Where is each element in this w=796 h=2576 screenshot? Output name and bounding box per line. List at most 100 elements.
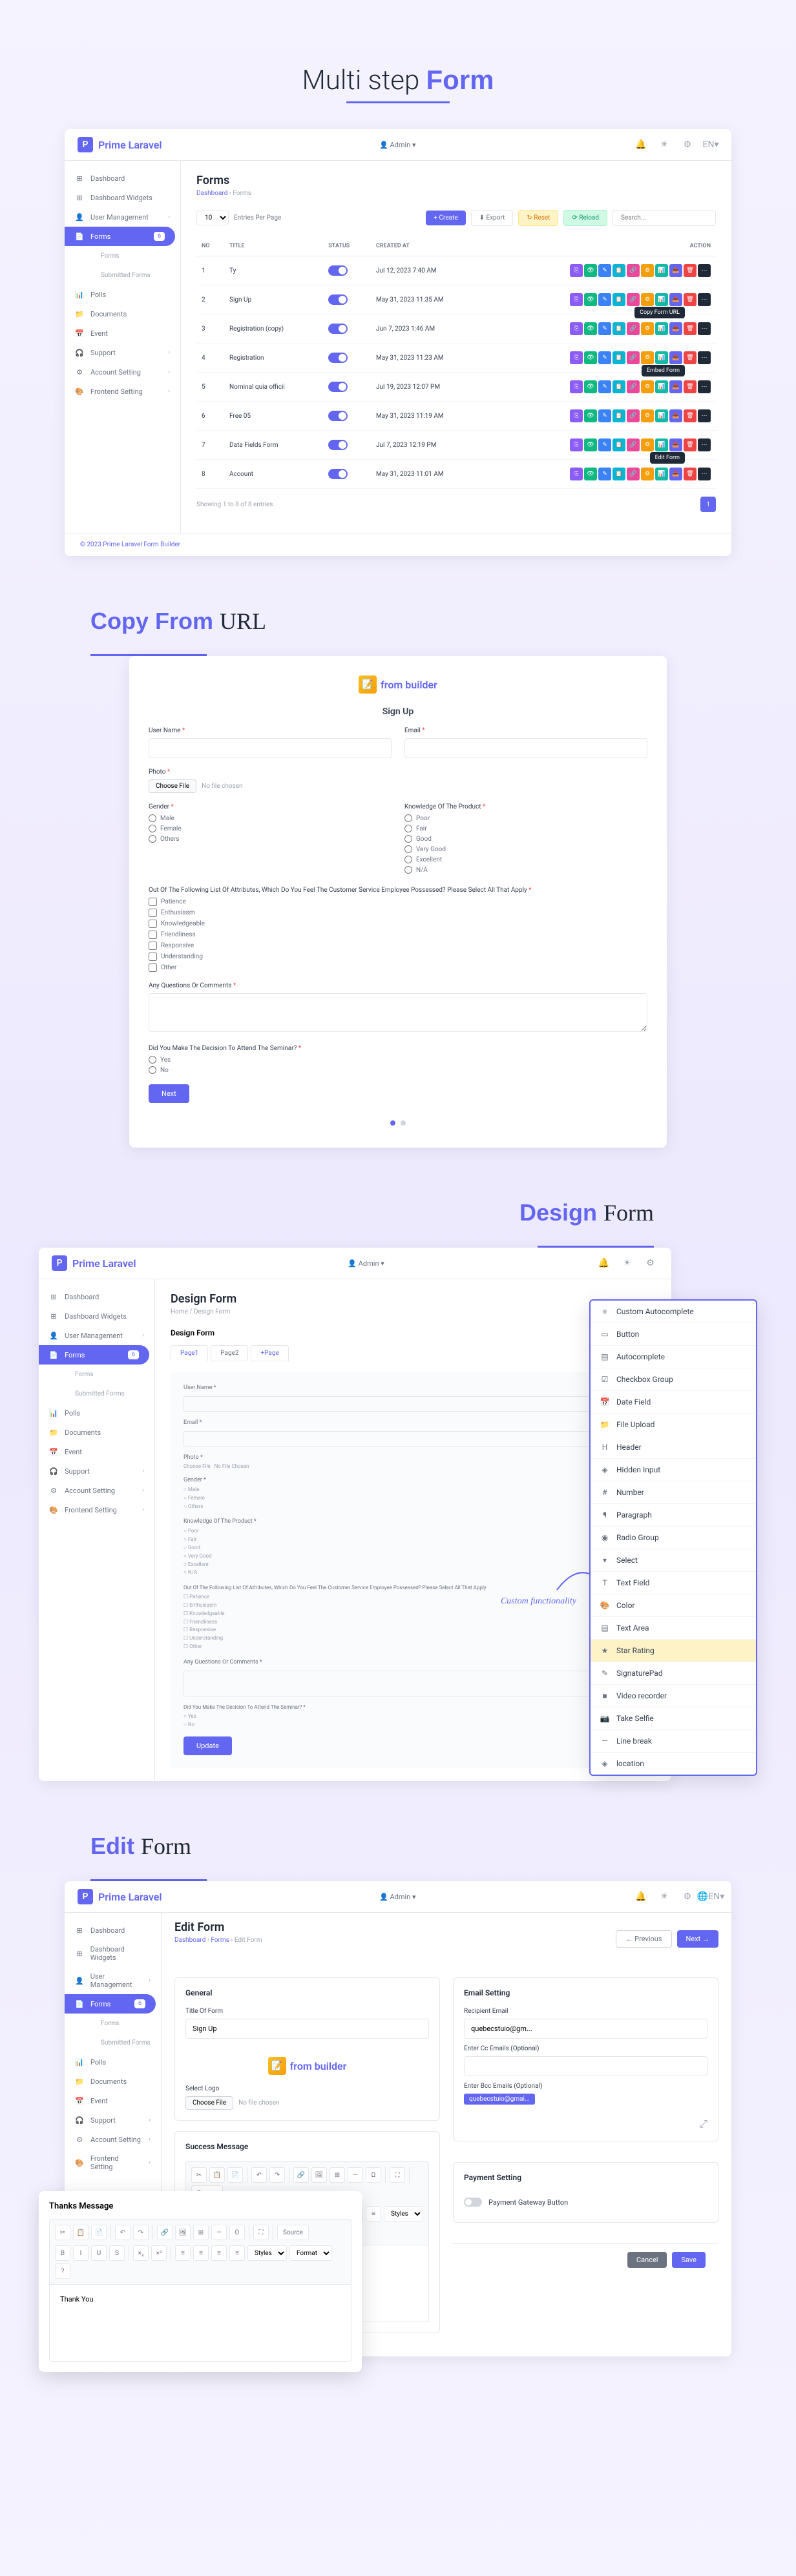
sidebar-item-dashboard-widgets[interactable]: ⊞Dashboard Widgets — [39, 1306, 154, 1326]
admin-label-2[interactable]: 👤 Admin ▾ — [348, 1259, 384, 1268]
create-button[interactable]: + Create — [426, 211, 465, 225]
next-button-top[interactable]: Next → — [677, 1930, 718, 1948]
editor-btn[interactable]: I — [73, 2245, 89, 2261]
action-btn[interactable]: 🗑 — [684, 293, 696, 306]
cc-input[interactable] — [464, 2056, 707, 2076]
palette-number[interactable]: #Number — [591, 1481, 756, 1504]
action-btn[interactable]: 📤 — [669, 409, 682, 422]
action-btn[interactable]: ⎘ — [570, 351, 583, 364]
sidebar-item-event[interactable]: 📅Event — [39, 1442, 154, 1461]
palette-custom-autocomplete[interactable]: ≡Custom Autocomplete — [591, 1301, 756, 1323]
action-btn[interactable]: 📊 — [655, 264, 668, 277]
action-btn[interactable]: 👁 — [584, 264, 597, 277]
header-icon[interactable]: 🔔 — [633, 1889, 649, 1904]
sidebar-item-forms[interactable]: 📄Forms6 — [65, 1994, 156, 2014]
action-btn[interactable]: ⚙ — [641, 351, 654, 364]
palette-paragraph[interactable]: ¶Paragraph — [591, 1504, 756, 1527]
action-btn[interactable]: ⋯ — [698, 380, 711, 393]
tab-+page[interactable]: +Page — [251, 1345, 288, 1361]
sidebar-item-dashboard-widgets[interactable]: ⊞Dashboard Widgets — [65, 188, 180, 207]
radio-option[interactable]: Female — [149, 825, 392, 832]
action-btn[interactable]: 📋 — [613, 409, 625, 422]
admin-label[interactable]: 👤 Admin ▾ — [379, 141, 415, 149]
editor-btn[interactable]: ✂ — [55, 2225, 70, 2240]
action-btn[interactable]: ⚙ — [641, 293, 654, 306]
sidebar-item-account-setting[interactable]: ⚙Account Setting› — [39, 1481, 154, 1500]
editor-btn[interactable]: ⊞ — [193, 2225, 209, 2240]
editor-styles[interactable]: Styles — [247, 2245, 287, 2261]
editor-styles[interactable]: Styles — [384, 2206, 423, 2221]
username-input[interactable] — [149, 738, 392, 758]
sidebar-item-forms[interactable]: Forms — [65, 2014, 161, 2033]
action-btn[interactable]: 📤 — [669, 264, 682, 277]
choose-file-button[interactable]: Choose File — [149, 779, 196, 793]
sidebar-item-dashboard[interactable]: ⊞Dashboard — [65, 169, 180, 188]
editor-btn[interactable]: ? — [55, 2263, 70, 2279]
status-toggle[interactable] — [328, 353, 348, 363]
editor-btn[interactable]: ≡ — [193, 2245, 209, 2261]
editor-btn[interactable]: ≡ — [211, 2245, 227, 2261]
action-btn[interactable]: ⋯ — [698, 438, 711, 451]
action-btn[interactable]: 🔗 — [627, 409, 640, 422]
radio-option[interactable]: Male — [149, 814, 392, 822]
sidebar-item-forms[interactable]: Forms — [39, 1365, 154, 1384]
action-btn[interactable]: ⚙ — [641, 468, 654, 480]
editor-btn[interactable]: S — [109, 2245, 125, 2261]
action-btn[interactable]: 🔗 — [627, 264, 640, 277]
entries-select[interactable]: 10 — [196, 211, 229, 225]
action-btn[interactable]: 📋 — [613, 264, 625, 277]
action-btn[interactable]: 👁 — [584, 438, 597, 451]
action-btn[interactable]: ⎘ — [570, 322, 583, 335]
palette-header[interactable]: HHeader — [591, 1436, 756, 1459]
sidebar-item-documents[interactable]: 📁Documents — [39, 1423, 154, 1442]
palette-signaturepad[interactable]: ✎SignaturePad — [591, 1662, 756, 1685]
checkbox-option[interactable]: Knowledgeable — [149, 920, 647, 928]
action-btn[interactable]: ⎘ — [570, 468, 583, 480]
checkbox-option[interactable]: Other — [149, 963, 647, 972]
action-btn[interactable]: ⚙ — [641, 264, 654, 277]
editor-btn[interactable]: 📋 — [73, 2225, 89, 2240]
palette-color[interactable]: 🎨Color — [591, 1594, 756, 1617]
sidebar-item-polls[interactable]: 📊Polls — [65, 2052, 161, 2072]
action-btn[interactable]: ⚙ — [641, 409, 654, 422]
action-btn[interactable]: 🗑 — [684, 468, 696, 480]
palette-checkbox-group[interactable]: ☑Checkbox Group — [591, 1368, 756, 1391]
previous-button[interactable]: ← Previous — [616, 1930, 671, 1948]
action-btn[interactable]: 🔗 — [627, 468, 640, 480]
status-toggle[interactable] — [328, 265, 348, 276]
action-btn[interactable]: 📤 — [669, 351, 682, 364]
editor-btn[interactable]: 📋 — [209, 2167, 225, 2183]
action-btn[interactable]: 📤 — [669, 322, 682, 335]
export-button[interactable]: ⬇ Export — [471, 210, 514, 226]
status-toggle[interactable] — [328, 411, 348, 421]
lang-switch[interactable]: 🌐 EN ▾ — [703, 1889, 718, 1904]
thanks-editor[interactable]: Thank You — [49, 2284, 351, 2362]
comments-textarea[interactable] — [149, 993, 647, 1032]
sidebar-item-polls[interactable]: 📊Polls — [65, 285, 180, 304]
sidebar-item-support[interactable]: 🎧Support› — [65, 2110, 161, 2130]
radio-option[interactable]: N/A — [404, 866, 647, 874]
checkbox-option[interactable]: Enthusiasm — [149, 909, 647, 917]
action-btn[interactable]: ⋯ — [698, 322, 711, 335]
editor-btn[interactable]: Ω — [229, 2225, 245, 2240]
action-btn[interactable]: 📊 — [655, 322, 668, 335]
action-btn[interactable]: ✎ — [598, 380, 611, 393]
radio-option[interactable]: Excellent — [404, 856, 647, 863]
action-btn[interactable]: 🔗 — [627, 293, 640, 306]
sidebar-item-dashboard[interactable]: ⊞Dashboard — [65, 1921, 161, 1940]
sidebar-item-frontend-setting[interactable]: 🎨Frontend Setting› — [65, 382, 180, 401]
action-btn[interactable]: 📋 — [613, 351, 625, 364]
editor-btn[interactable]: 🖼 — [311, 2167, 327, 2183]
action-btn[interactable]: 🗑 — [684, 264, 696, 277]
sidebar-item-dashboard-widgets[interactable]: ⊞Dashboard Widgets — [65, 1940, 161, 1967]
action-btn[interactable]: 👁 — [584, 468, 597, 480]
sidebar-item-event[interactable]: 📅Event — [65, 2091, 161, 2110]
editor-btn[interactable]: 🔗 — [157, 2225, 173, 2240]
sidebar-item-user-management[interactable]: 👤User Management› — [65, 207, 180, 227]
radio-option[interactable]: Poor — [404, 814, 647, 822]
palette-location[interactable]: ◈location — [591, 1753, 756, 1775]
editor-btn[interactable]: ↶ — [251, 2167, 267, 2183]
action-btn[interactable]: 📤 — [669, 468, 682, 480]
choose-logo-button[interactable]: Choose File — [185, 2096, 233, 2110]
editor-btn[interactable]: 🔗 — [293, 2167, 309, 2183]
